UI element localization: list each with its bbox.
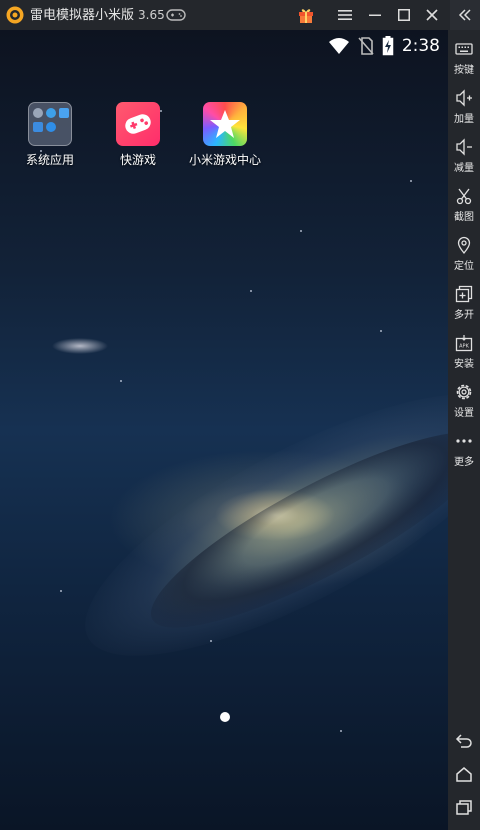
app-label: 快游戏 [119,153,156,167]
sidebar-item-label: 设置 [454,408,474,419]
volume-down-icon [456,138,472,156]
window-titlebar: 雷电模拟器小米版 3.65 [0,0,480,30]
sidebar-item-label: 更多 [454,457,474,468]
fast-game-app-icon [116,102,160,146]
status-clock: 2:38 [401,36,440,56]
apk-install-icon: APK [455,335,473,352]
gift-button[interactable] [291,0,321,30]
sidebar-item-label: 加量 [454,114,474,125]
wallpaper-star [120,380,122,382]
sidebar-item-multi-instance[interactable]: 多开 [448,281,480,327]
wifi-icon [328,38,349,54]
window-title-text: 雷电模拟器小米版 [30,8,135,23]
page-indicator-dot [220,712,230,722]
sidebar-item-volume-down[interactable]: 减量 [448,134,480,180]
menu-button[interactable] [330,0,360,30]
app-label: 小米游戏中心 [188,153,261,167]
gift-icon [299,9,313,23]
sidebar-item-install-apk[interactable]: APK 安装 [448,330,480,376]
gamepad-icon [125,114,151,134]
folder-icon [28,102,72,146]
home-icon [456,767,472,782]
maximize-button[interactable] [389,0,419,30]
no-sim-icon [358,37,374,55]
sidebar-item-label: 定位 [454,261,474,272]
close-button[interactable] [417,0,447,30]
sidebar-item-volume-up[interactable]: 加量 [448,85,480,131]
multi-instance-icon [455,285,473,303]
window-title: 雷电模拟器小米版 3.65 [30,0,165,30]
app-system-apps-folder[interactable]: 系统应用 [5,102,95,168]
star-icon [210,110,240,138]
wallpaper-star [250,290,252,292]
wallpaper-star [410,180,412,182]
xiaomi-game-center-app-icon [203,102,247,146]
back-button[interactable] [448,726,480,756]
wallpaper-star [300,230,302,232]
back-arrow-icon [455,734,472,748]
sidebar-item-label: 截图 [454,212,474,223]
battery-charging-icon [382,36,394,56]
sidebar-item-screenshot[interactable]: 截图 [448,183,480,229]
recent-apps-icon [456,800,472,815]
window-version: 3.65 [138,8,165,22]
wallpaper-star [380,330,382,332]
scissors-icon [456,188,472,205]
wallpaper-star [60,590,62,592]
sidebar-item-location[interactable]: 定位 [448,232,480,278]
keyboard-icon [455,43,473,55]
location-pin-icon [457,236,471,254]
ldplayer-logo-icon [6,6,24,24]
sidebar-item-label: 按键 [454,65,474,76]
svg-text:APK: APK [459,344,469,350]
sidebar-item-settings[interactable]: 设置 [448,379,480,425]
app-fast-game[interactable]: 快游戏 [93,102,183,168]
minimize-icon [369,14,381,16]
sidebar-item-label: 安装 [454,359,474,370]
close-icon [426,9,438,21]
more-dots-icon [456,439,472,443]
emulator-sidebar: 按键 加量 减量 截图 定位 多开 APK 安装 设置 更多 [448,30,480,830]
hamburger-menu-icon [338,10,352,20]
gamepad-icon[interactable] [166,8,186,22]
android-status-bar: 2:38 [328,35,440,57]
volume-up-icon [456,89,472,107]
collapse-sidebar-button[interactable] [450,0,480,30]
maximize-icon [398,9,410,21]
wallpaper-star [340,730,342,732]
sidebar-item-more[interactable]: 更多 [448,428,480,474]
sidebar-item-label: 多开 [454,310,474,321]
home-button[interactable] [448,759,480,789]
sidebar-item-keymapping[interactable]: 按键 [448,36,480,82]
minimize-button[interactable] [360,0,390,30]
recent-apps-button[interactable] [448,792,480,822]
app-label: 系统应用 [25,153,74,167]
double-chevron-left-icon [458,9,471,21]
wallpaper-star [210,640,212,642]
android-home-screen[interactable]: 2:38 系统应用 快游戏 小米游戏中心 [0,30,448,830]
sidebar-item-label: 减量 [454,163,474,174]
gear-icon [456,384,472,400]
app-xiaomi-game-center[interactable]: 小米游戏中心 [180,102,270,168]
